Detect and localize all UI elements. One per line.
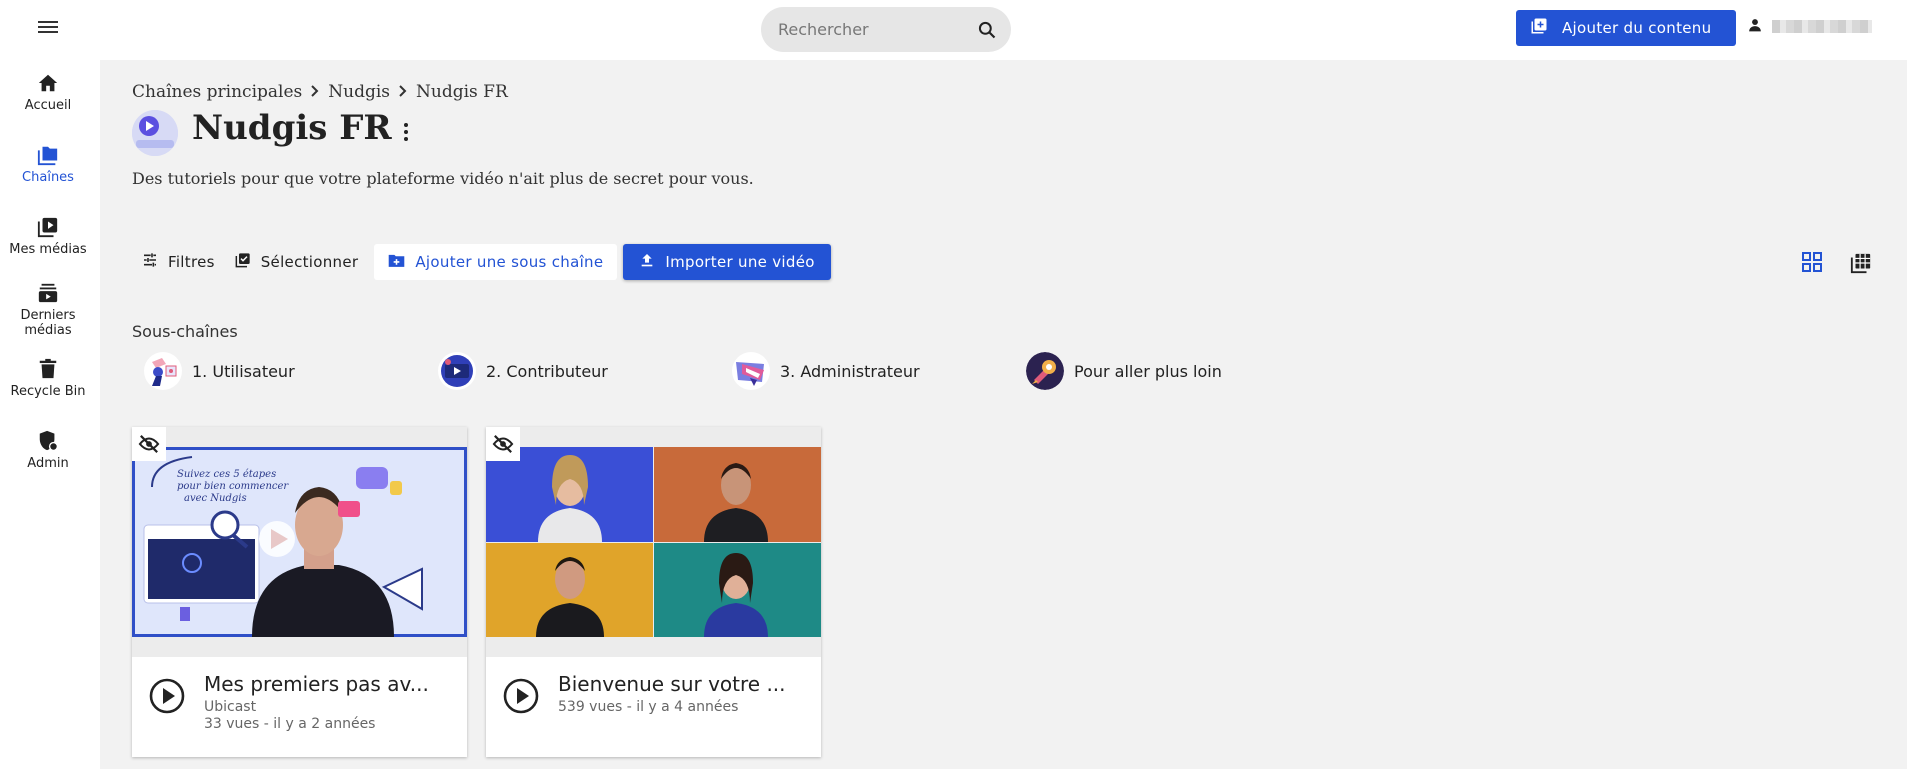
add-content-button[interactable]: Ajouter du contenu — [1516, 10, 1736, 46]
subchannel-label: 2. Contributeur — [486, 361, 608, 381]
sidebar-item-home[interactable]: Accueil — [0, 72, 96, 113]
trash-icon — [0, 358, 96, 380]
add-content-label: Ajouter du contenu — [1562, 19, 1712, 37]
breadcrumb-item-current: Nudgis FR — [416, 82, 508, 102]
sidebar-item-latest-media[interactable]: Derniers médias — [0, 282, 96, 338]
add-subchannel-button[interactable]: Ajouter une sous chaîne — [374, 244, 618, 280]
video-card[interactable]: Suivez ces 5 étapes pour bien commencer … — [132, 427, 467, 757]
subchannels-list: 1. Utilisateur 2. Contributeur 3. Admini… — [144, 352, 1320, 390]
add-subchannel-label: Ajouter une sous chaîne — [415, 253, 604, 271]
folder-icon — [0, 144, 96, 166]
breadcrumb-item[interactable]: Chaînes principales — [132, 82, 302, 102]
subchannel-item[interactable]: Pour aller plus loin — [1026, 352, 1320, 390]
filters-button[interactable]: Filtres — [132, 244, 225, 280]
page-title: Nudgis FR — [192, 108, 392, 148]
subchannel-item[interactable]: 1. Utilisateur — [144, 352, 438, 390]
video-author: Ubicast — [204, 699, 257, 715]
svg-text:Suivez ces 5 étapes: Suivez ces 5 étapes — [177, 469, 276, 480]
admin-shield-icon — [0, 430, 96, 452]
menu-icon[interactable] — [38, 18, 58, 38]
user-name-redacted — [1772, 20, 1872, 33]
video-thumbnail[interactable]: Suivez ces 5 étapes pour bien commencer … — [132, 427, 467, 657]
import-video-button[interactable]: Importer une vidéo — [623, 244, 831, 280]
thumbnail-image — [486, 447, 821, 637]
latest-media-icon — [0, 282, 96, 304]
sidebar-item-label: Admin — [27, 456, 69, 471]
sidebar-item-label: Derniers médias — [20, 308, 76, 338]
chevron-right-icon — [398, 82, 408, 102]
checkbox-multiple-icon — [235, 252, 251, 272]
chevron-right-icon — [310, 82, 320, 102]
user-icon — [1748, 17, 1762, 36]
subchannel-avatar — [438, 352, 476, 390]
more-options-icon[interactable] — [403, 122, 409, 146]
channel-description: Des tutoriels pour que votre plateforme … — [132, 169, 754, 188]
sidebar-item-label: Mes médias — [9, 242, 87, 257]
thumbnail-image: Suivez ces 5 étapes pour bien commencer … — [132, 447, 467, 637]
video-stats: 539 vues - il y a 4 années — [558, 699, 739, 715]
video-title[interactable]: Bienvenue sur votre ... — [558, 672, 803, 696]
add-box-icon — [1530, 17, 1548, 39]
video-stats: 33 vues - il y a 2 années — [204, 716, 376, 732]
subchannels-title: Sous-chaînes — [132, 322, 238, 341]
video-card[interactable]: Bienvenue sur votre ... 539 vues - il y … — [486, 427, 821, 757]
sidebar-item-channels[interactable]: Chaînes — [0, 144, 96, 185]
sidebar-item-admin[interactable]: Admin — [0, 430, 96, 471]
filters-icon — [142, 252, 158, 272]
top-bar: Ajouter du contenu — [0, 0, 1907, 60]
search-box — [761, 7, 1011, 52]
svg-text:pour bien commencer: pour bien commencer — [177, 481, 289, 492]
eye-off-icon — [132, 427, 166, 461]
select-label: Sélectionner — [260, 253, 359, 271]
channel-avatar — [132, 110, 178, 156]
select-button[interactable]: Sélectionner — [225, 244, 369, 280]
video-thumbnail[interactable] — [486, 427, 821, 657]
breadcrumb-item[interactable]: Nudgis — [328, 82, 390, 102]
import-video-label: Importer une vidéo — [665, 253, 815, 271]
subchannel-avatar — [1026, 352, 1064, 390]
video-title[interactable]: Mes premiers pas av... — [204, 672, 449, 696]
subchannel-item[interactable]: 3. Administrateur — [732, 352, 1026, 390]
eye-off-icon — [486, 427, 520, 461]
upload-icon — [639, 252, 655, 272]
sidebar-item-my-media[interactable]: Mes médias — [0, 216, 96, 257]
user-menu[interactable] — [1748, 17, 1872, 36]
subchannel-avatar — [144, 352, 182, 390]
home-icon — [0, 72, 96, 94]
sidebar-item-label: Recycle Bin — [10, 384, 86, 399]
subchannel-item[interactable]: 2. Contributeur — [438, 352, 732, 390]
subchannel-label: 3. Administrateur — [780, 361, 920, 381]
table-view-icon[interactable] — [1850, 252, 1872, 278]
sidebar-item-label: Accueil — [24, 98, 72, 113]
channel-toolbar: Filtres Sélectionner Ajouter une sous ch… — [132, 243, 831, 281]
subchannel-label: Pour aller plus loin — [1074, 361, 1222, 381]
media-library-icon — [0, 216, 96, 238]
sidebar-item-label: Chaînes — [22, 170, 74, 185]
play-circle-icon[interactable] — [148, 677, 186, 719]
filters-label: Filtres — [168, 253, 215, 271]
subchannel-avatar — [732, 352, 770, 390]
grid-view-icon[interactable] — [1802, 252, 1822, 276]
sidebar: Accueil Chaînes Mes médias Derniers médi… — [0, 60, 100, 769]
sidebar-item-recycle-bin[interactable]: Recycle Bin — [0, 358, 96, 399]
search-icon[interactable] — [977, 20, 997, 44]
subchannel-label: 1. Utilisateur — [192, 361, 295, 381]
svg-text:avec Nudgis: avec Nudgis — [184, 493, 247, 504]
search-input[interactable] — [778, 7, 968, 52]
folder-plus-icon — [388, 253, 405, 272]
play-circle-icon[interactable] — [502, 677, 540, 719]
breadcrumb: Chaînes principales Nudgis Nudgis FR — [132, 82, 508, 102]
